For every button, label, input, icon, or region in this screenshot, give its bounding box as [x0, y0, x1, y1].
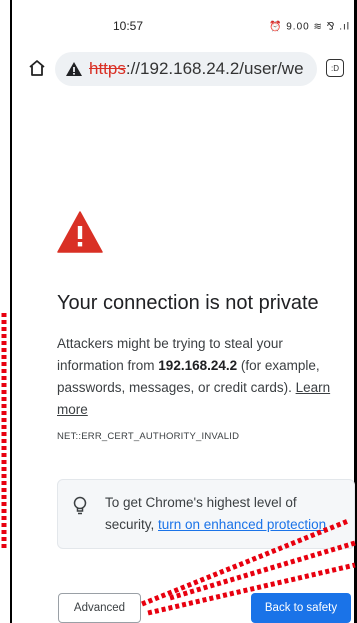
enhanced-protection-promo: To get Chrome's highest level of securit… [57, 479, 355, 549]
tab-switcher-button[interactable]: :D [326, 59, 344, 77]
host-name: 192.168.24.2 [158, 358, 238, 373]
url-text[interactable]: https://192.168.24.2/user/we [89, 58, 314, 80]
error-code[interactable]: NET::ERR_CERT_AUTHORITY_INVALID [57, 431, 239, 442]
advanced-button[interactable]: Advanced [58, 593, 141, 623]
status-icons: ⏰ 9.00 ≋ ⅋ .ıl [269, 21, 350, 33]
lightbulb-icon [73, 496, 87, 515]
left-frame-strip [0, 0, 12, 623]
url-rest: ://192.168.24.2/user/we [125, 59, 304, 78]
home-button[interactable] [25, 56, 49, 80]
promo-text: To get Chrome's highest level of securit… [105, 492, 345, 536]
omnibox[interactable]: https://192.168.24.2/user/we [55, 52, 317, 86]
back-to-safety-button[interactable]: Back to safety [251, 593, 351, 623]
status-time: 10:57 [113, 19, 144, 33]
phone-screen: 10:57 ⏰ 9.00 ≋ ⅋ .ıl https://192.168.24.… [13, 0, 355, 623]
warning-triangle-icon [57, 211, 103, 253]
warning-description: Attackers might be trying to steal your … [57, 333, 347, 421]
status-bar: 10:57 ⏰ 9.00 ≋ ⅋ .ıl [13, 0, 354, 34]
page-title: Your connection is not private [57, 292, 319, 314]
enhanced-protection-link[interactable]: turn on enhanced protection [158, 517, 326, 532]
home-icon [29, 60, 45, 76]
toolbar: https://192.168.24.2/user/we :D [13, 48, 354, 88]
url-scheme: https [89, 59, 126, 78]
not-secure-warning-icon[interactable] [65, 60, 83, 78]
